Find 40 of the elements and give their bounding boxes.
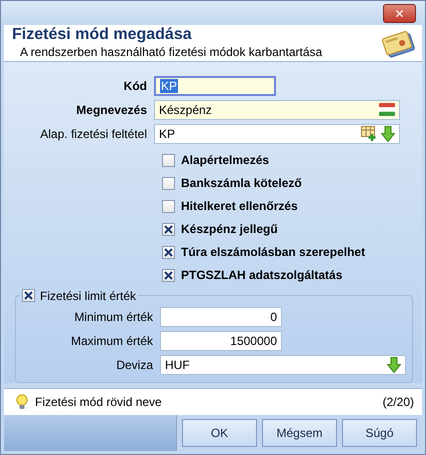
field-label: Kód [122, 78, 148, 93]
dialog-button[interactable]: OK [182, 419, 257, 447]
input-field[interactable]: KP [154, 124, 400, 144]
table-add-icon[interactable] [361, 126, 377, 142]
field-label: Maximum érték [70, 334, 154, 348]
field-label: Alap. fizetési feltétel [39, 126, 148, 141]
cards-icon [382, 28, 416, 58]
checkbox[interactable] [162, 154, 175, 167]
input-field[interactable]: 1500000 [160, 330, 282, 351]
hint-text: Fizetési mód rövid neve [35, 394, 163, 409]
input-field[interactable]: 0 [160, 306, 282, 327]
input-field[interactable]: HUF [160, 354, 406, 375]
group-label: Fizetési limit érték [40, 288, 136, 303]
input-field[interactable]: Készpénz [154, 100, 400, 120]
checkbox-label: PTGSZLAH adatszolgáltatás [181, 268, 342, 282]
checkbox[interactable] [162, 246, 175, 259]
lightbulb-icon [16, 394, 28, 410]
field-label: Minimum érték [73, 310, 154, 324]
flag-icon [379, 103, 395, 116]
dialog-button[interactable]: Súgó [342, 419, 417, 447]
field-label: Megnevezés [75, 102, 148, 117]
checkbox-label: Bankszámla kötelező [181, 176, 302, 190]
down-arrow-icon[interactable] [387, 356, 401, 373]
down-arrow-icon[interactable] [381, 126, 395, 142]
dialog-title: Fizetési mód megadása [12, 26, 193, 44]
checkbox[interactable] [162, 268, 175, 282]
checkbox[interactable] [162, 222, 175, 236]
checkbox-label: Készpénz jellegű [181, 222, 278, 236]
checkbox[interactable] [162, 176, 175, 190]
checkbox-label: Hitelkeret ellenőrzés [181, 199, 298, 214]
checkbox-label: Alapértelmezés [181, 153, 270, 168]
checkbox-label: Túra elszámolásban szerepelhet [181, 245, 366, 260]
checkbox[interactable] [162, 200, 175, 213]
close-button[interactable]: ✕ [383, 4, 416, 23]
field-label: Deviza [115, 358, 154, 372]
dialog-subtitle: A rendszerben használható fizetési módok karbantartása [19, 44, 322, 60]
dialog-button[interactable]: Mégsem [262, 419, 337, 447]
checkbox[interactable] [22, 289, 35, 302]
character-counter: (2/20) [382, 394, 414, 409]
input-field[interactable]: KP [154, 76, 276, 96]
